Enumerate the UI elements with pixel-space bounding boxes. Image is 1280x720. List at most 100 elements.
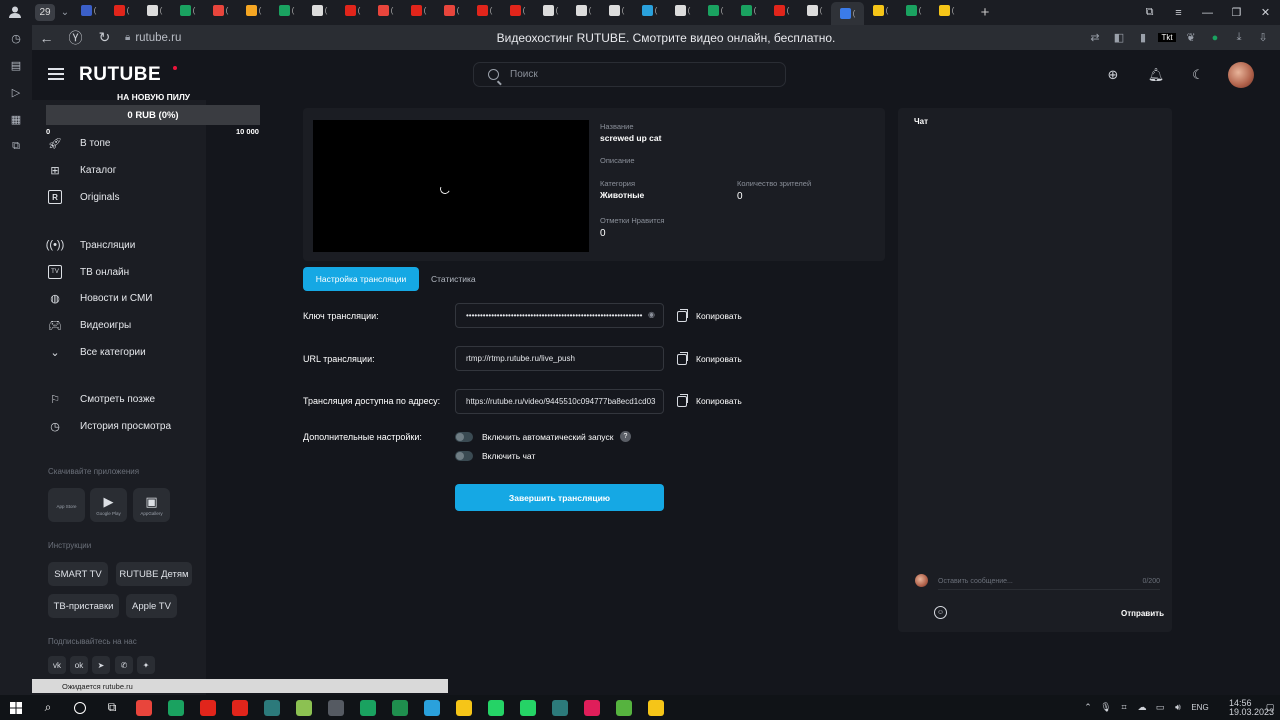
back-icon[interactable]: ← [32,25,61,50]
slack-icon[interactable] [576,695,608,720]
search-icon[interactable]: ⌕ [32,695,64,720]
reload-icon[interactable]: ↻ [90,25,119,50]
zen-icon[interactable]: ✦ [137,656,155,674]
tab-statistics[interactable]: Статистика [431,274,476,284]
game-icon[interactable] [640,695,672,720]
bookmark-icon[interactable]: ▮ [1134,31,1152,44]
chip-tv-boxes[interactable]: ТВ-приставки [48,594,119,618]
browser-tab[interactable]: ( [666,0,699,20]
browser-tab[interactable]: ( [138,0,171,20]
browser-tab[interactable]: ( [831,2,864,25]
pdx-icon[interactable] [256,695,288,720]
utorrent-icon[interactable] [608,695,640,720]
rutube-logo[interactable]: RUTUBE [79,64,161,86]
whatsapp-icon[interactable] [480,695,512,720]
browser-tab[interactable]: ( [567,0,600,20]
explorer-icon[interactable] [448,695,480,720]
yandex-browser-icon[interactable] [128,695,160,720]
browser-tab[interactable]: ( [105,0,138,20]
browser-tab[interactable]: ( [72,0,105,20]
leaf-extension-icon[interactable]: ❦ [1182,31,1200,44]
green-extension-icon[interactable]: ● [1206,32,1224,44]
volume-icon[interactable]: 🔊︎ [1170,702,1186,713]
cloud-icon[interactable]: ☁ [1134,702,1150,713]
download-bar-icon[interactable]: ⇩ [1254,31,1272,44]
chip-smart-tv[interactable]: SMART TV [48,562,108,586]
sidebar-item-games[interactable]: 🎮︎ Видеоигры [48,316,131,334]
downloads-icon[interactable]: ⤓ [1230,31,1248,44]
vk-icon[interactable]: vk [48,656,66,674]
menu-burger-icon[interactable] [48,68,64,80]
browser-tab[interactable]: ( [897,0,930,20]
ok-icon[interactable]: ok [70,656,88,674]
minimize-icon[interactable]: — [1193,0,1222,25]
browser-tab[interactable]: ( [600,0,633,20]
whatsapp-2-icon[interactable] [512,695,544,720]
notifications-icon[interactable]: ▢ [1262,702,1278,713]
upload-icon[interactable]: ⊕ [1105,67,1121,83]
copy-address-button[interactable]: Копировать [677,393,742,409]
language-indicator[interactable]: ENG [1188,703,1212,712]
task-view-icon[interactable]: ⧉ [96,695,128,720]
search-box[interactable] [473,62,786,87]
collections-icon[interactable]: ⧉ [0,133,32,160]
avatar[interactable] [1228,62,1254,88]
eye-off-icon[interactable]: ◉ [648,310,655,319]
app-store-button[interactable]: App Store [48,488,85,522]
moon-icon[interactable]: ☾ [1190,67,1206,83]
yandex-button-icon[interactable]: Ⓨ [61,25,90,50]
cortana-icon[interactable] [64,695,96,720]
stream-url-field[interactable]: rtmp://rtmp.rutube.ru/live_push [455,346,664,371]
browser-tab[interactable]: ( [171,0,204,20]
translate-icon[interactable]: ⇄ [1086,31,1104,44]
opera-icon[interactable] [224,695,256,720]
url-text[interactable]: rutube.ru [135,32,435,44]
new-tab-button[interactable]: + [973,4,997,21]
sidebar-item-originals[interactable]: R Originals [48,188,119,206]
search-input[interactable] [510,69,770,80]
chat-toggle[interactable] [455,451,473,461]
browser-tab[interactable]: ( [765,0,798,20]
chip-rutube-kids[interactable]: RUTUBE Детям [116,562,192,586]
network-icon[interactable]: ⌗ [1116,702,1132,713]
browser-tab[interactable]: ( [732,0,765,20]
appgallery-button[interactable]: ▣ AppGallery [133,488,170,522]
extension-icon[interactable]: ◧ [1110,31,1128,44]
sheets-icon[interactable] [352,695,384,720]
notes-icon[interactable]: ▤ [0,52,32,79]
sidebar-item-top[interactable]: 🚀︎ В топе [48,134,110,152]
google-play-button[interactable]: ▶ Google Play [90,488,127,522]
tab-counter[interactable]: 29 [35,4,55,21]
close-icon[interactable]: ✕ [1251,0,1280,25]
browser-tab[interactable]: ( [501,0,534,20]
profile-icon[interactable] [8,5,22,19]
send-button[interactable]: Отправить [1121,609,1164,618]
tray-chevron-icon[interactable]: ⌃ [1080,702,1096,713]
sidebar-item-catalog[interactable]: ⊞ Каталог [48,161,116,179]
pdx-2-icon[interactable] [544,695,576,720]
copy-url-button[interactable]: Копировать [677,351,742,367]
chevron-down-icon[interactable]: ⌄ [58,7,72,18]
sidebar-item-watch-later[interactable]: ⚐ Смотреть позже [48,390,155,408]
chrome-icon[interactable] [160,695,192,720]
restore-icon[interactable]: ❐ [1222,0,1251,25]
browser-tab[interactable]: ( [435,0,468,20]
browser-tab[interactable]: ( [204,0,237,20]
sidebar-item-all-categories[interactable]: ⌄ Все категории [48,343,145,361]
browser-tab[interactable]: ( [468,0,501,20]
yandex-icon[interactable] [192,695,224,720]
battery-icon[interactable]: ▭ [1152,702,1168,713]
tab-search-icon[interactable]: ⧉ [1135,0,1164,25]
menu-icon[interactable]: ≡ [1164,0,1193,25]
stream-address-field[interactable]: https://rutube.ru/video/9445510c094777ba… [455,389,664,414]
sidebar-item-broadcasts[interactable]: ((•)) Трансляции [46,236,136,254]
sidebar-item-news[interactable]: ◍ Новости и СМИ [48,289,152,307]
sidebar-item-tv[interactable]: TV ТВ онлайн [48,263,129,281]
bluestacks-icon[interactable] [288,695,320,720]
browser-tab[interactable]: ( [369,0,402,20]
browser-tab[interactable]: ( [402,0,435,20]
play-icon[interactable]: ▷ [0,79,32,106]
browser-tab[interactable]: ( [270,0,303,20]
browser-tab[interactable]: ( [336,0,369,20]
browser-tab[interactable]: ( [534,0,567,20]
